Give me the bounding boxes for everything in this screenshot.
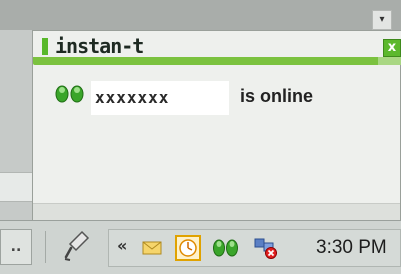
notification-message[interactable]: xxxxxxx is online	[53, 81, 383, 121]
brand-title: instan-t	[55, 34, 144, 58]
scroll-down-arrow[interactable]: ▾	[372, 10, 392, 30]
header-accent-bar-end	[378, 57, 401, 65]
taskbar-separator	[45, 231, 46, 263]
taskbar-left-button[interactable]: ..	[0, 229, 32, 265]
mail-icon[interactable]	[141, 237, 163, 259]
network-error-icon[interactable]	[253, 237, 279, 259]
background-window-tab[interactable]	[0, 172, 32, 202]
taskbar: .. « 3:30 PM	[0, 220, 401, 274]
green-buddy-icon	[55, 85, 84, 103]
online-notification-popup[interactable]: instan-t x xxxxxxx is online	[32, 30, 401, 222]
system-tray: « 3:30 PM	[108, 229, 401, 267]
tray-expand-button[interactable]: «	[117, 236, 127, 255]
close-button[interactable]: x	[383, 39, 401, 57]
desktop-background	[0, 0, 401, 30]
background-window-edge	[0, 30, 32, 220]
tray-clock[interactable]: 3:30 PM	[316, 237, 387, 259]
header-accent-bar	[33, 57, 378, 65]
clock-icon[interactable]	[175, 235, 201, 261]
green-buddy-icon[interactable]	[211, 237, 241, 259]
microphone-icon[interactable]	[62, 229, 92, 263]
buddy-name: xxxxxxx	[95, 88, 170, 107]
status-text: is online	[240, 86, 314, 106]
brand-mark	[42, 38, 48, 55]
